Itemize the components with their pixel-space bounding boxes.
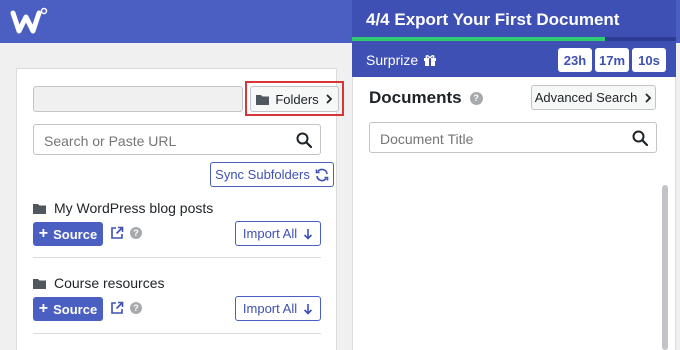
- progress-bar: [352, 37, 676, 41]
- folder-item[interactable]: Course resources: [33, 275, 165, 291]
- divider: [33, 257, 321, 258]
- sync-subfolders-button[interactable]: Sync Subfolders: [210, 162, 334, 187]
- sync-label: Sync Subfolders: [215, 167, 310, 182]
- search-icon[interactable]: [632, 130, 648, 146]
- gift-icon: [424, 55, 437, 66]
- logo-icon[interactable]: [10, 6, 48, 38]
- surprize-text: Surprize: [366, 52, 419, 68]
- folder-name: Course resources: [54, 275, 165, 291]
- advanced-search-button[interactable]: Advanced Search: [531, 85, 656, 110]
- arrow-down-icon: [304, 303, 313, 315]
- help-icon[interactable]: ?: [130, 227, 142, 239]
- document-title-placeholder: Document Title: [380, 131, 474, 147]
- source-label: Source: [53, 301, 98, 317]
- timer-seconds: 10s: [632, 48, 666, 72]
- progress-fill: [352, 37, 605, 41]
- import-all-button[interactable]: Import All: [235, 221, 321, 246]
- surprize-label: Surprize: [366, 52, 437, 68]
- import-label: Import All: [242, 301, 298, 316]
- sync-icon: [315, 168, 329, 181]
- import-all-button[interactable]: Import All: [235, 296, 321, 321]
- url-search-input[interactable]: Search or Paste URL: [33, 124, 321, 155]
- timer-minutes: 17m: [595, 48, 629, 72]
- source-label: Source: [53, 226, 98, 242]
- external-link-icon[interactable]: [110, 226, 124, 240]
- folder-path-box: [33, 86, 243, 112]
- export-title: 4/4 Export Your First Document: [366, 10, 620, 29]
- external-link-icon[interactable]: [110, 301, 124, 315]
- documents-panel: Documents ? Advanced Search Document Tit…: [352, 77, 676, 350]
- help-icon[interactable]: ?: [469, 91, 483, 105]
- search-icon[interactable]: [296, 132, 312, 148]
- folder-name: My WordPress blog posts: [54, 200, 214, 216]
- help-icon[interactable]: ?: [130, 302, 142, 314]
- divider: [33, 333, 321, 334]
- chevron-right-icon: [645, 92, 652, 103]
- add-source-button[interactable]: + Source: [33, 222, 103, 246]
- arrow-down-icon: [304, 228, 313, 240]
- folder-icon: [33, 278, 46, 289]
- documents-heading: Documents ?: [369, 88, 483, 108]
- url-search-placeholder: Search or Paste URL: [44, 133, 177, 149]
- import-label: Import All: [242, 226, 298, 241]
- folders-highlight-box: [245, 81, 344, 116]
- document-title-search-input[interactable]: Document Title: [369, 122, 657, 153]
- documents-scrollbar[interactable]: [662, 185, 668, 350]
- folder-icon: [33, 203, 46, 214]
- timer-hours: 23h: [558, 48, 592, 72]
- documents-title: Documents: [369, 88, 462, 107]
- plus-icon: +: [38, 300, 49, 317]
- add-source-button[interactable]: + Source: [33, 297, 103, 321]
- folders-panel: Folders Search or Paste URL Sync Subfold…: [16, 68, 344, 350]
- plus-icon: +: [38, 225, 49, 242]
- advanced-search-label: Advanced Search: [534, 90, 638, 105]
- export-progress-panel: 4/4 Export Your First Document Surprize …: [352, 0, 676, 77]
- folder-item[interactable]: My WordPress blog posts: [33, 200, 213, 216]
